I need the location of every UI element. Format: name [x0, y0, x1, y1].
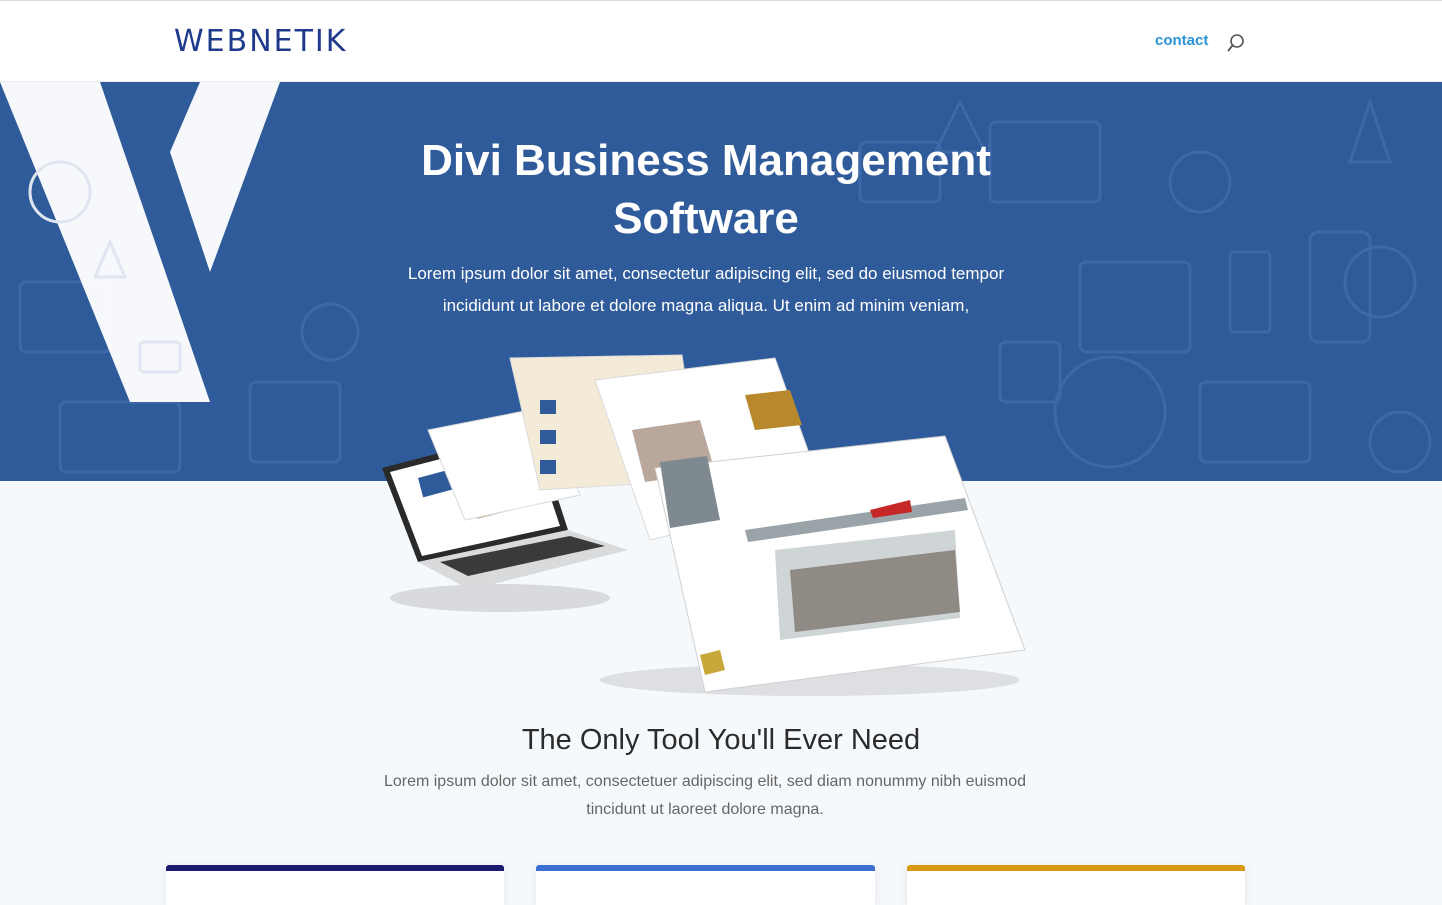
feature-card-1 — [166, 865, 504, 905]
feature-card-2 — [536, 865, 875, 905]
search-icon[interactable] — [1226, 33, 1246, 53]
card-accent-bar — [536, 865, 875, 871]
feature-card-3 — [907, 865, 1245, 905]
hero-title: Divi Business Management Software — [421, 136, 991, 243]
hero-subtitle: Lorem ipsum dolor sit amet, consectetur … — [407, 264, 1005, 315]
section-title: The Only Tool You'll Ever Need — [521, 724, 921, 756]
hero-v-shape — [0, 82, 280, 402]
site-header: WEBNETIK contact — [0, 1, 1442, 82]
site-logo[interactable]: WEBNETIK — [174, 23, 347, 59]
card-accent-bar — [907, 865, 1245, 871]
card-accent-bar — [166, 865, 504, 871]
section-subtitle: Lorem ipsum dolor sit amet, consectetuer… — [383, 773, 1027, 818]
shop-page-mockup — [654, 435, 1026, 693]
nav-contact-link[interactable]: contact — [1155, 32, 1208, 49]
product-mockups-image — [382, 354, 1026, 696]
